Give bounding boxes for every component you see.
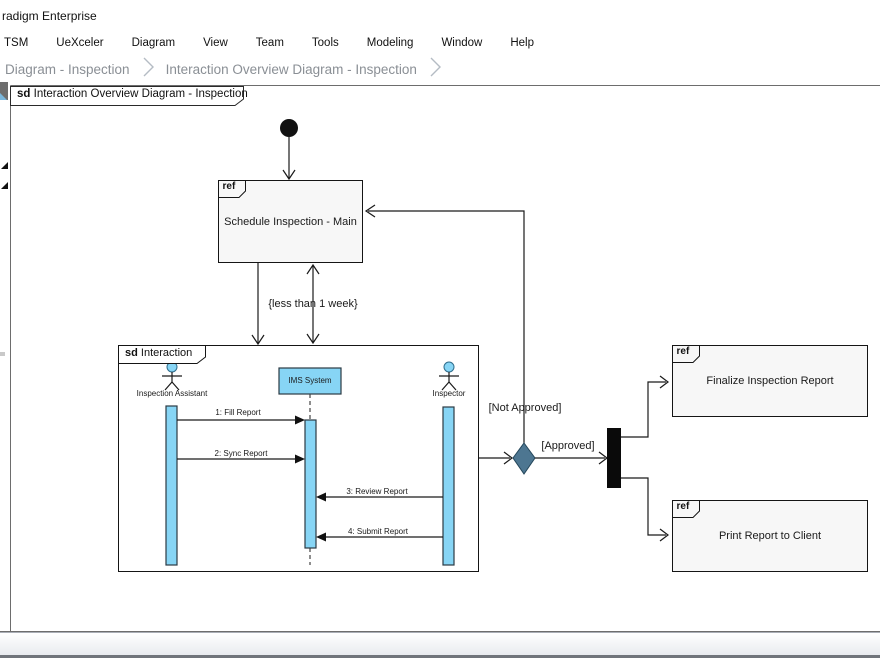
finalize-node-label: Finalize Inspection Report	[706, 375, 833, 387]
breadcrumb-item-interaction-overview[interactable]: Interaction Overview Diagram - Inspectio…	[161, 62, 423, 77]
lifeline-inspection-assistant-label: Inspection Assistant	[122, 389, 222, 398]
ref-node-schedule-inspection[interactable]: ref Schedule Inspection - Main	[218, 180, 363, 263]
initial-node[interactable]	[280, 119, 298, 137]
interaction-frame-tab: sd Interaction	[118, 345, 206, 364]
status-bar	[0, 632, 880, 655]
frame-title: Interaction Overview Diagram - Inspectio…	[34, 88, 248, 100]
interaction-keyword: sd	[125, 347, 138, 359]
breadcrumb-item-diagram-inspection[interactable]: Diagram - Inspection	[0, 62, 136, 77]
frame-keyword: sd	[17, 88, 30, 100]
ref-keyword: ref	[677, 501, 690, 512]
fork-node[interactable]	[607, 428, 621, 488]
menu-tsm[interactable]: TSM	[0, 32, 42, 54]
lifeline-ims-system-label: IMS System	[279, 368, 341, 394]
menu-diagram[interactable]: Diagram	[118, 32, 189, 54]
chevron-right-icon	[142, 56, 155, 83]
menu-bar: TSM UeXceler Diagram View Team Tools Mod…	[0, 30, 880, 56]
message-review-report-label: 3: Review Report	[322, 487, 432, 496]
duration-constraint-label: {less than 1 week}	[253, 298, 373, 310]
diagram-canvas[interactable]: sd Interaction Overview Diagram - Inspec…	[0, 84, 880, 632]
interaction-title: Interaction	[141, 347, 192, 359]
menu-tools[interactable]: Tools	[298, 32, 353, 54]
visual-paradigm-window: radigm Enterprise TSM UeXceler Diagram V…	[0, 0, 880, 658]
guard-approved-label: [Approved]	[518, 440, 618, 452]
panel-expand-arrow-icon[interactable]	[1, 182, 8, 189]
title-bar: radigm Enterprise	[0, 0, 880, 30]
menu-modeling[interactable]: Modeling	[353, 32, 428, 54]
diagram-frame-tab[interactable]: sd Interaction Overview Diagram - Inspec…	[10, 86, 244, 106]
guard-not-approved-label: [Not Approved]	[465, 402, 585, 414]
ref-tab: ref	[672, 345, 700, 363]
menu-window[interactable]: Window	[427, 32, 496, 54]
message-submit-report-label: 4: Submit Report	[323, 527, 433, 536]
edge-fork-to-print[interactable]	[621, 478, 666, 535]
edge-fork-to-finalize[interactable]	[621, 382, 666, 437]
ref-tab: ref	[672, 500, 700, 518]
message-sync-report-label: 2: Sync Report	[186, 449, 296, 458]
handle-corner-icon	[0, 93, 7, 100]
menu-team[interactable]: Team	[242, 32, 298, 54]
message-fill-report-label: 1: Fill Report	[183, 408, 293, 417]
breadcrumb: Diagram - Inspection Interaction Overvie…	[0, 56, 880, 83]
ref-keyword: ref	[223, 181, 236, 192]
panel-expand-arrow-icon[interactable]	[1, 162, 8, 169]
chevron-right-icon	[429, 56, 442, 83]
ref-node-finalize-report[interactable]: ref Finalize Inspection Report	[672, 345, 868, 417]
ref-node-print-report[interactable]: ref Print Report to Client	[672, 500, 868, 572]
panel-edge-mark	[0, 352, 5, 356]
menu-view[interactable]: View	[189, 32, 242, 54]
menu-uexceler[interactable]: UeXceler	[42, 32, 117, 54]
panel-collapse-handle[interactable]	[0, 82, 8, 100]
window-title: radigm Enterprise	[2, 9, 97, 23]
ref-keyword: ref	[677, 346, 690, 357]
schedule-node-label: Schedule Inspection - Main	[224, 216, 357, 228]
print-node-label: Print Report to Client	[719, 530, 821, 542]
menu-help[interactable]: Help	[496, 32, 548, 54]
ref-tab: ref	[218, 180, 246, 198]
lifeline-inspector-label: Inspector	[399, 389, 499, 398]
